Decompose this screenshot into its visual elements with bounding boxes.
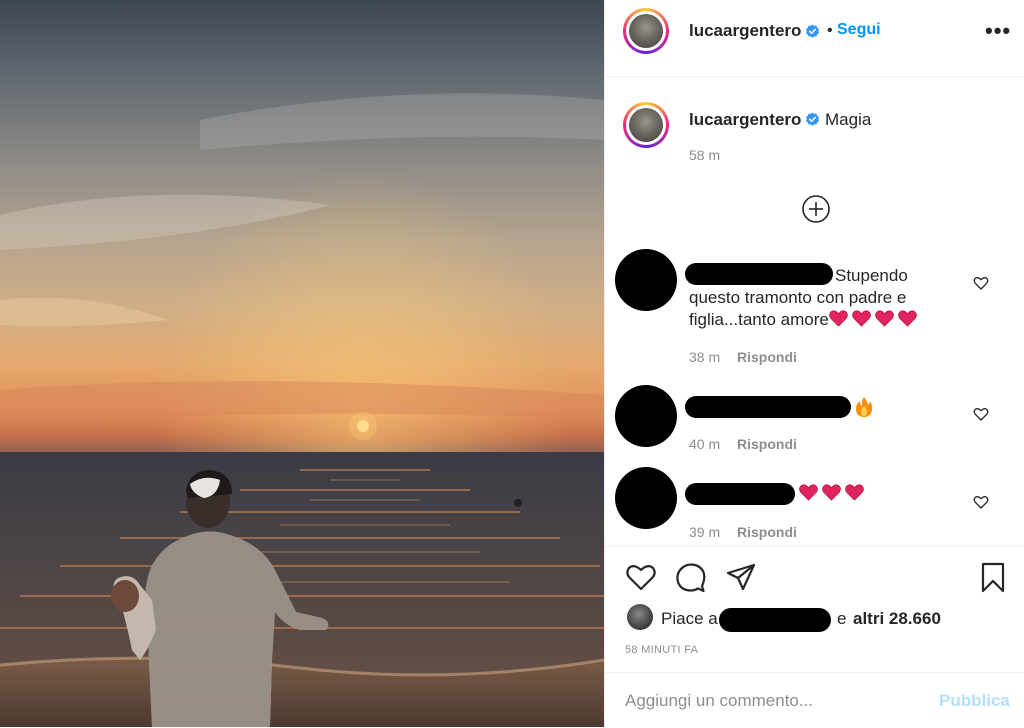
red-heart-emoji-icon bbox=[875, 310, 894, 327]
comment-1-like-heart-icon[interactable] bbox=[973, 275, 989, 291]
comment-1-username-redacted bbox=[685, 263, 833, 285]
comment-2-reply-button[interactable]: Rispondi bbox=[737, 436, 797, 452]
comment-2-avatar[interactable] bbox=[615, 385, 677, 447]
comment-3-reply-button[interactable]: Rispondi bbox=[737, 524, 797, 540]
comment-3-avatar[interactable] bbox=[615, 467, 677, 529]
posted-time-label[interactable]: 58 MINUTI FA bbox=[625, 644, 698, 656]
comment-1-text-line2: questo tramonto con padre e bbox=[689, 288, 907, 307]
red-heart-emoji-icon bbox=[845, 484, 864, 501]
header-separator: • bbox=[827, 22, 833, 39]
comment-2-like-heart-icon[interactable] bbox=[973, 406, 989, 422]
comment-2-time[interactable]: 40 m bbox=[689, 436, 720, 452]
comment-2-username-redacted bbox=[685, 396, 851, 418]
red-heart-emoji-icon bbox=[822, 484, 841, 501]
load-more-comments-plus-icon[interactable] bbox=[801, 194, 831, 224]
liker-username-redacted[interactable] bbox=[719, 608, 831, 632]
instagram-post-viewer: lucaargentero • Segui ••• lucaargentero … bbox=[0, 0, 1024, 727]
comment-1-text-line1: Stupendo bbox=[835, 266, 908, 285]
like-heart-icon[interactable] bbox=[625, 561, 657, 593]
caption-time[interactable]: 58 m bbox=[689, 147, 720, 163]
share-send-icon[interactable] bbox=[725, 561, 757, 593]
caption-text: Magia bbox=[825, 110, 872, 129]
comment-1-text-line3: figlia...tanto amore bbox=[689, 310, 829, 329]
red-heart-emoji-icon bbox=[852, 310, 871, 327]
post-photo[interactable] bbox=[0, 0, 604, 727]
comment-3-time[interactable]: 39 m bbox=[689, 524, 720, 540]
verified-badge-icon bbox=[805, 112, 820, 126]
comment-1-avatar[interactable] bbox=[615, 249, 677, 311]
likes-count-link[interactable]: altri 28.660 bbox=[853, 609, 941, 629]
likes-suffix: e bbox=[837, 609, 847, 628]
comment-3-emoji bbox=[799, 484, 868, 504]
liker-avatar[interactable] bbox=[627, 604, 653, 630]
red-heart-emoji-icon bbox=[898, 310, 917, 327]
red-heart-emoji-icon bbox=[799, 484, 818, 501]
comment-3-username-redacted bbox=[685, 483, 795, 505]
verified-badge-icon bbox=[805, 24, 820, 38]
comment-bubble-icon[interactable] bbox=[675, 561, 707, 593]
add-comment-input[interactable] bbox=[625, 691, 925, 711]
author-avatar[interactable] bbox=[623, 8, 669, 54]
post-details-panel: lucaargentero • Segui ••• lucaargentero … bbox=[604, 0, 1024, 727]
action-bar bbox=[605, 546, 1024, 547]
likes-prefix: Piace a bbox=[661, 609, 718, 628]
more-options-button[interactable]: ••• bbox=[985, 18, 1011, 44]
post-header: lucaargentero • Segui ••• bbox=[605, 0, 1024, 77]
comment-3-like-heart-icon[interactable] bbox=[973, 494, 989, 510]
author-username[interactable]: lucaargentero bbox=[689, 21, 801, 41]
red-heart-emoji-icon bbox=[829, 310, 848, 327]
comment-1-reply-button[interactable]: Rispondi bbox=[737, 349, 797, 365]
save-bookmark-icon[interactable] bbox=[977, 561, 1009, 593]
caption-author-avatar[interactable] bbox=[623, 102, 669, 148]
comment-1-text-line3-wrap: figlia...tanto amore bbox=[689, 309, 969, 331]
caption-username[interactable]: lucaargentero bbox=[689, 110, 801, 130]
sunset-beach-image bbox=[0, 0, 604, 727]
follow-button[interactable]: Segui bbox=[837, 21, 881, 39]
fire-emoji-icon bbox=[855, 397, 873, 417]
add-comment-bar: Pubblica bbox=[605, 672, 1024, 728]
comment-1-time[interactable]: 38 m bbox=[689, 349, 720, 365]
publish-comment-button[interactable]: Pubblica bbox=[939, 691, 1010, 711]
